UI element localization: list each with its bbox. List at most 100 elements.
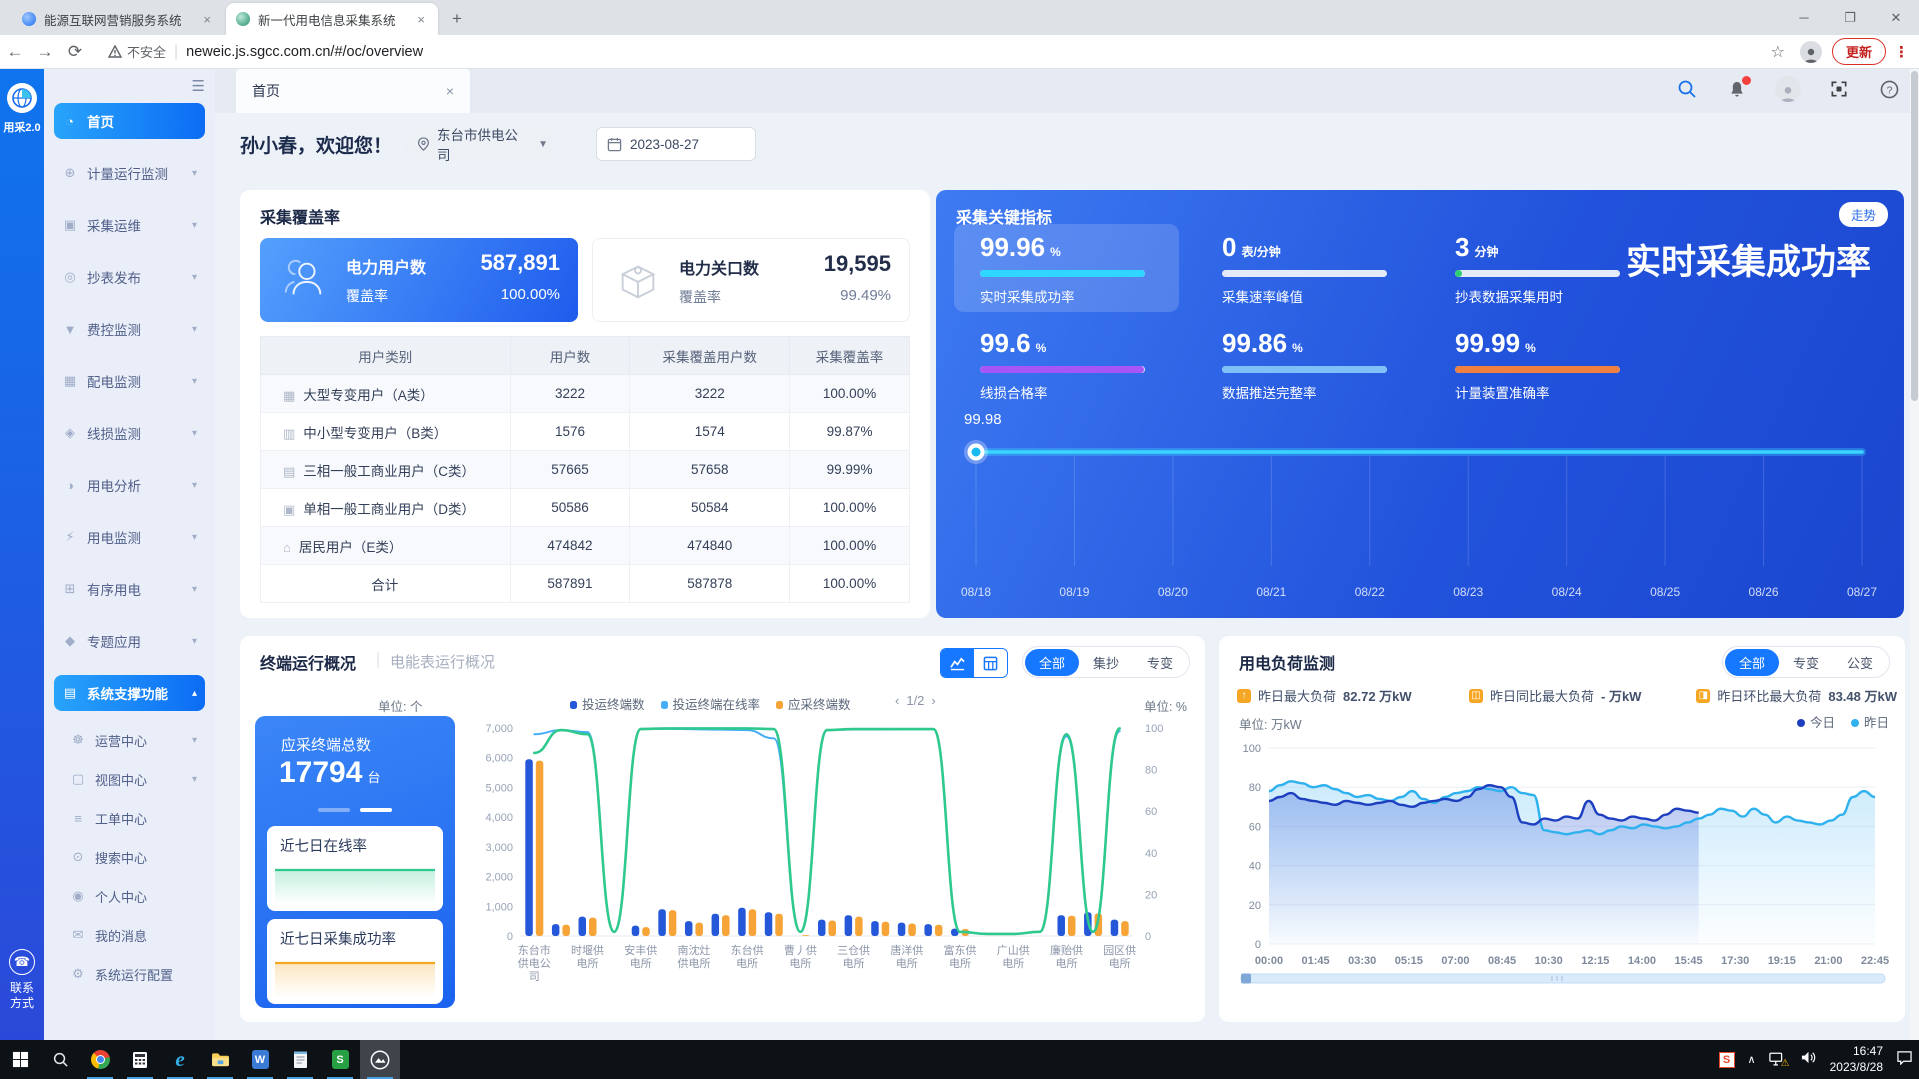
taskbar-wps-icon[interactable]: S	[320, 1040, 360, 1079]
page-scrollbar[interactable]	[1910, 69, 1919, 1040]
pager-prev-icon[interactable]: ‹	[895, 693, 899, 708]
svg-text:5,000: 5,000	[485, 782, 513, 794]
sidebar-item-metering-monitor[interactable]: ⊕计量运行监测▾	[54, 155, 205, 191]
tab-close-icon[interactable]: ×	[414, 12, 428, 27]
sidebar-item-fee-control[interactable]: ▼费控监测▾	[54, 311, 205, 347]
reload-button[interactable]: ⟳	[60, 42, 90, 62]
svg-text:6,000: 6,000	[485, 753, 513, 765]
load-title: 用电负荷监测	[1239, 650, 1335, 674]
success-rate-trend-chart[interactable]: 08/1808/1908/2008/2108/2208/2308/2408/25…	[954, 404, 1884, 609]
browser-profile-icon[interactable]	[1800, 41, 1822, 63]
taskbar-calculator-icon[interactable]	[120, 1040, 160, 1079]
sidebar-item-search-center[interactable]: ⊙搜索中心	[62, 844, 205, 870]
trend-button[interactable]: 走势	[1839, 202, 1888, 227]
taskbar-start-icon[interactable]	[0, 1040, 40, 1079]
back-button[interactable]: ←	[0, 42, 30, 62]
load-line-chart[interactable]: 02040608010000:0001:4503:3005:1507:0008:…	[1227, 734, 1897, 1016]
table-view-button[interactable]	[974, 649, 1007, 677]
terminal-tab-active[interactable]: 终端运行概况	[260, 650, 356, 674]
max-load-icon: ↑	[1237, 689, 1251, 703]
browser-menu-icon[interactable]: ⋮	[1894, 43, 1909, 61]
sidebar-collapse-icon[interactable]: ☰	[192, 77, 205, 95]
sidebar-item-line-loss[interactable]: ◈线损监测▾	[54, 415, 205, 451]
load-seg-option-0[interactable]: 全部	[1725, 649, 1779, 676]
taskbar-chrome-icon[interactable]	[80, 1040, 120, 1079]
browser-tab-1[interactable]: 新一代用电信息采集系统×	[226, 3, 438, 35]
pager-next-icon[interactable]: ›	[931, 693, 935, 708]
terminal-tab-meter[interactable]: 电能表运行概况	[390, 651, 495, 672]
terminal-bar-chart[interactable]: 01,0002,0003,0004,0005,0006,0007,0000204…	[465, 714, 1195, 1019]
sidebar-item-system-support[interactable]: ▤系统支撑功能▴	[54, 675, 205, 711]
tray-chevron-icon[interactable]: ∧	[1748, 1053, 1756, 1066]
help-icon[interactable]: ?	[1877, 77, 1901, 101]
browser-tab-0[interactable]: 能源互联网营销服务系统×	[12, 3, 224, 35]
building-3phase-icon: ▤	[283, 464, 295, 479]
sidebar-item-collection-ops[interactable]: ▣采集运维▾	[54, 207, 205, 243]
summary-page-dots[interactable]	[255, 808, 455, 812]
terminal-seg-option-1[interactable]: 集抄	[1079, 649, 1133, 676]
org-select[interactable]: 东台市供电公司 ▼	[405, 127, 560, 161]
sidebar-item-distribution-monitor[interactable]: ▦配电监测▾	[54, 363, 205, 399]
scrollbar-thumb[interactable]	[1911, 71, 1918, 401]
taskbar-photos-icon[interactable]	[360, 1040, 400, 1079]
bookmark-star-icon[interactable]: ☆	[1771, 42, 1785, 62]
taskbar-explorer-icon[interactable]	[200, 1040, 240, 1079]
terminal-seg-option-2[interactable]: 专变	[1133, 649, 1187, 676]
maximize-button[interactable]: ❐	[1827, 0, 1873, 35]
sidebar-item-personal-center[interactable]: ◉个人中心	[62, 883, 205, 909]
network-icon[interactable]: ⚠	[1769, 1052, 1787, 1067]
taskbar-ie-icon[interactable]: e	[160, 1040, 200, 1079]
load-seg-option-2[interactable]: 公变	[1833, 649, 1887, 676]
volume-icon[interactable]	[1800, 1050, 1817, 1070]
action-center-icon[interactable]	[1896, 1050, 1913, 1070]
notifications-bell-icon[interactable]	[1725, 77, 1749, 101]
page-tab-close-icon[interactable]: ×	[446, 83, 454, 99]
tab-close-icon[interactable]: ×	[200, 12, 214, 27]
minimize-button[interactable]: ─	[1781, 0, 1827, 35]
sidebar-item-orderly-power[interactable]: ⊞有序用电▾	[54, 571, 205, 607]
legend-item-2[interactable]: 应采终端数	[776, 694, 851, 713]
yoy-max-load-stat: ◫昨日同比最大负荷- 万kW	[1469, 686, 1641, 705]
taskbar-notepad-icon[interactable]	[280, 1040, 320, 1079]
tray-wps-icon[interactable]: S	[1719, 1052, 1735, 1068]
sidebar-item-system-config[interactable]: ⚙系统运行配置	[62, 961, 205, 987]
sidebar-item-home[interactable]: ◔首页	[54, 103, 205, 139]
not-secure-warning[interactable]: 不安全	[108, 42, 166, 61]
date-picker[interactable]: 2023-08-27	[596, 127, 756, 161]
taskbar-word-icon[interactable]: W	[240, 1040, 280, 1079]
contact-button[interactable]: ☎ 联系方式	[0, 949, 44, 1012]
load-legend-item-1[interactable]: 昨日	[1851, 712, 1889, 731]
sidebar-item-operation-center[interactable]: ☸运营中心▾	[62, 727, 205, 753]
user-avatar[interactable]	[1775, 76, 1801, 102]
sidebar-item-special-apps[interactable]: ◆专题应用▾	[54, 623, 205, 659]
load-legend-item-0[interactable]: 今日	[1797, 712, 1835, 731]
legend-marker	[1797, 719, 1805, 727]
chevron-icon: ▾	[192, 584, 197, 595]
table-row: ⌂居民用户（E类）474842474840100.00%	[261, 527, 910, 565]
datazoom-handle[interactable]	[1241, 974, 1251, 984]
kpi-value: 99.6	[980, 328, 1031, 358]
sidebar-item-power-analysis[interactable]: ◑用电分析▾	[54, 467, 205, 503]
fullscreen-icon[interactable]	[1827, 77, 1851, 101]
house-icon: ⌂	[283, 540, 291, 555]
new-tab-button[interactable]: +	[444, 6, 470, 32]
sidebar-item-view-center[interactable]: ▢视图中心▾	[62, 766, 205, 792]
legend-item-0[interactable]: 投运终端数	[570, 694, 645, 713]
search-icon[interactable]	[1675, 77, 1699, 101]
taskbar-clock[interactable]: 16:472023/8/28	[1830, 1044, 1883, 1075]
sidebar-item-meter-reading[interactable]: ◎抄表发布▾	[54, 259, 205, 295]
terminal-seg-option-0[interactable]: 全部	[1025, 649, 1079, 676]
load-seg-option-1[interactable]: 专变	[1779, 649, 1833, 676]
close-window-button[interactable]: ✕	[1873, 0, 1919, 35]
legend-item-1[interactable]: 投运终端在线率	[661, 694, 761, 713]
page-tab-home[interactable]: 首页 ×	[236, 69, 470, 113]
url-field[interactable]: 不安全 | neweic.js.sgcc.com.cn/#/oc/overvie…	[98, 39, 1762, 65]
taskbar-search-icon[interactable]	[40, 1040, 80, 1079]
sidebar-item-messages[interactable]: ✉我的消息	[62, 922, 205, 948]
sidebar-item-power-monitor[interactable]: ⚡用电监测▾	[54, 519, 205, 555]
browser-update-button[interactable]: 更新	[1832, 38, 1886, 65]
chart-view-button[interactable]	[941, 649, 974, 677]
forward-button[interactable]: →	[30, 42, 60, 62]
sidebar-item-workorder-center[interactable]: ≡工单中心	[62, 805, 205, 831]
svg-text:?: ?	[1886, 84, 1892, 96]
